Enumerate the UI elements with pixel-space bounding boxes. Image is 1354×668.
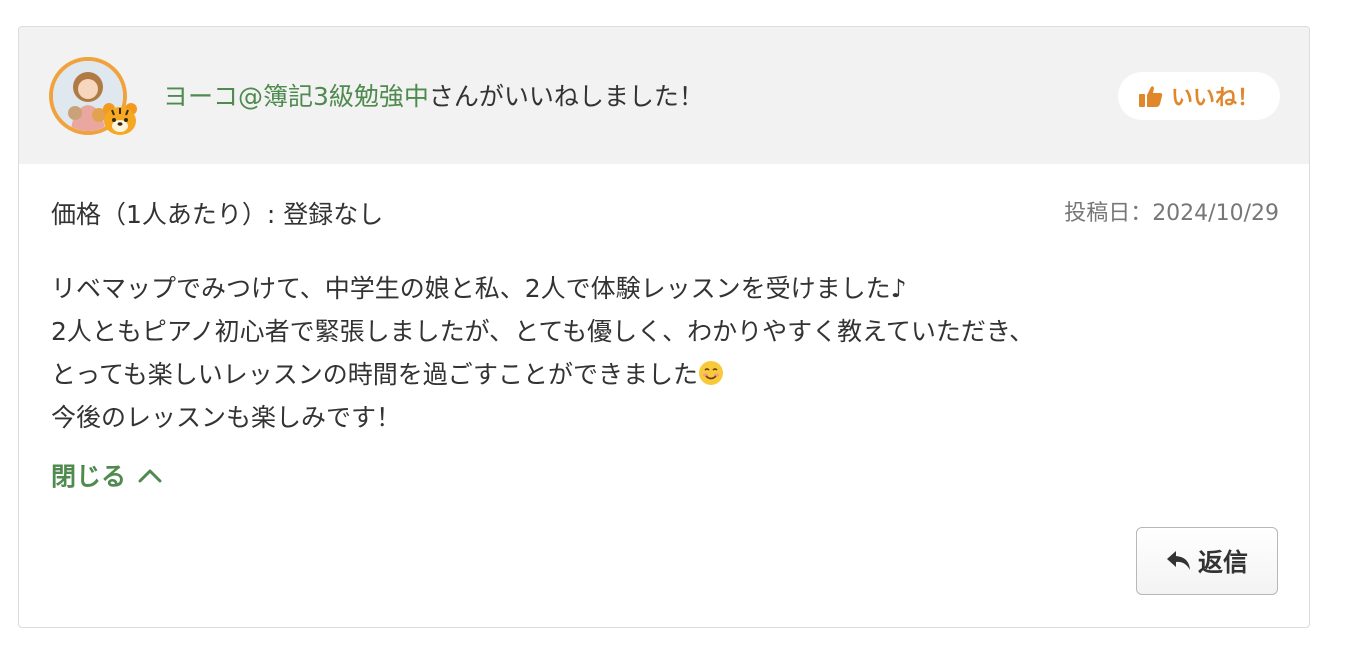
review-line: 今後のレッスンも楽しみです！ <box>51 403 402 432</box>
like-notification-header: ヨーコ@簿記3級勉強中さんがいいねしました！ いいね！ <box>19 27 1309 164</box>
thumbs-up-icon <box>1138 85 1163 107</box>
like-message-suffix: さんがいいねしました！ <box>428 82 704 111</box>
smiling-face-icon <box>698 356 724 385</box>
post-date: 投稿日：2024/10/29 <box>1064 201 1279 226</box>
reply-button[interactable]: 返信 <box>1136 527 1278 595</box>
liker-name-link[interactable]: ヨーコ@簿記3級勉強中 <box>163 82 429 111</box>
review-line: 2人ともピアノ初心者で緊張しましたが、とても優しく、わかりやすく教えていただき、 <box>51 317 1035 346</box>
like-message: ヨーコ@簿記3級勉強中さんがいいねしました！ <box>163 79 704 115</box>
like-button-label: いいね！ <box>1170 86 1259 111</box>
notification-card: ヨーコ@簿記3級勉強中さんがいいねしました！ いいね！ 価格（1人あたり）: 登… <box>18 26 1310 628</box>
chevron-up-icon <box>138 467 162 483</box>
liker-avatar-group[interactable] <box>49 57 137 135</box>
review-body: リベマップでみつけて、中学生の娘と私、2人で体験レッスンを受けました♪ 2人とも… <box>51 267 1034 439</box>
reply-arrow-icon <box>1166 550 1192 572</box>
reply-button-label: 返信 <box>1197 548 1248 577</box>
close-label: 閉じる <box>51 462 127 491</box>
review-line: リベマップでみつけて、中学生の娘と私、2人で体験レッスンを受けました♪ <box>51 274 907 303</box>
tiger-face-icon <box>101 101 139 137</box>
review-line: とっても楽しいレッスンの時間を過ごすことができました <box>51 360 699 389</box>
review-line-with-emoji: とっても楽しいレッスンの時間を過ごすことができました <box>51 353 1034 396</box>
price-info: 価格（1人あたり）: 登録なし <box>51 200 384 229</box>
like-button[interactable]: いいね！ <box>1118 72 1280 120</box>
close-toggle[interactable]: 閉じる <box>51 457 162 493</box>
